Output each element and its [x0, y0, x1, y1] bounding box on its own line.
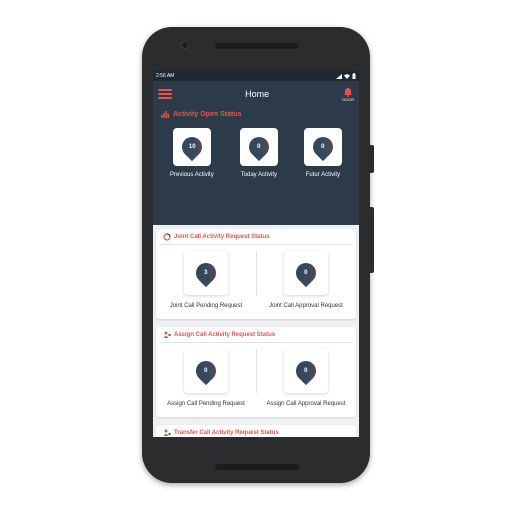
previous-activity-tile[interactable]: 10 Previous Activity [170, 128, 214, 178]
count-tile: 0 [284, 349, 328, 393]
tile-label: Futur Activity [305, 172, 341, 178]
front-camera [181, 41, 189, 49]
today-activity-tile[interactable]: 0 Today Activity [239, 128, 278, 178]
tile-label: Today Activity [240, 172, 277, 178]
count-value: 0 [304, 368, 308, 374]
count-tile: 0 [284, 251, 328, 295]
assign-call-pending[interactable]: 0 Assign Call Pending Request [156, 343, 256, 407]
refresh-icon [163, 233, 171, 241]
wifi-icon [344, 73, 350, 79]
joint-call-approval[interactable]: 0 Joint Call Approval Request [256, 245, 356, 309]
count-value: 0 [204, 368, 208, 374]
top-speaker [215, 43, 299, 49]
notification-button[interactable]: DOCR [342, 87, 354, 102]
card-title: Transfer Call Activity Request Status [174, 430, 279, 436]
count-badge: 0 [308, 132, 338, 162]
bottom-speaker [215, 464, 299, 470]
count-tile: 0 [239, 128, 278, 166]
activity-open-status-header: Activity Open Status [153, 107, 359, 122]
count-tile: 0 [184, 349, 228, 393]
tile-label: Joint Call Approval Request [269, 303, 343, 309]
future-activity-tile[interactable]: 0 Futur Activity [303, 128, 342, 178]
notification-label: DOCR [342, 96, 354, 102]
count-value: 10 [188, 144, 196, 150]
count-tile: 0 [303, 128, 342, 166]
divider [256, 349, 257, 393]
joint-call-card: Joint Call Activity Request Status 3 Joi… [156, 229, 356, 319]
tile-label: Assign Call Pending Request [167, 401, 245, 407]
card-title: Joint Call Activity Request Status [174, 234, 270, 240]
card-body: 0 Assign Call Pending Request 0 Assign C… [156, 343, 356, 407]
tile-label: Previous Activity [170, 172, 214, 178]
signal-icon [336, 73, 342, 79]
power-button [370, 145, 374, 173]
status-icons [336, 73, 356, 79]
battery-icon [352, 73, 356, 79]
tile-label: Joint Call Pending Request [169, 303, 243, 309]
transfer-icon [163, 429, 171, 436]
status-bar: 2:56 AM [153, 71, 359, 81]
bell-icon [344, 87, 353, 97]
count-tile: 10 [172, 128, 211, 166]
bar-chart-icon [161, 111, 169, 118]
count-tile: 3 [184, 251, 228, 295]
joint-call-pending[interactable]: 3 Joint Call Pending Request [156, 245, 256, 309]
content-area: Joint Call Activity Request Status 3 Joi… [153, 225, 359, 437]
app-header: Home DOCR [153, 81, 359, 107]
card-header: Assign Call Activity Request Status [159, 327, 353, 343]
open-status-row: 10 Previous Activity 0 Today Activity 0 … [153, 122, 359, 178]
status-time: 2:56 AM [156, 73, 175, 79]
hamburger-icon[interactable] [158, 89, 172, 99]
count-badge: 3 [191, 258, 221, 288]
count-badge: 10 [177, 132, 207, 162]
divider [256, 251, 257, 295]
count-badge: 0 [291, 356, 321, 386]
app-screen: 2:56 AM Home DOCR Activity Open Status 1… [153, 71, 359, 437]
card-body: 3 Joint Call Pending Request 0 Joint Cal… [156, 245, 356, 309]
count-badge: 0 [244, 132, 273, 162]
transfer-call-card: Transfer Call Activity Request Status [156, 425, 356, 437]
assign-call-card: Assign Call Activity Request Status 0 As… [156, 327, 356, 417]
card-header: Transfer Call Activity Request Status [159, 425, 353, 437]
assign-call-approval[interactable]: 0 Assign Call Approval Request [256, 343, 356, 407]
count-value: 0 [304, 270, 308, 276]
volume-button [370, 207, 374, 273]
activity-open-status-title: Activity Open Status [173, 111, 242, 118]
card-header: Joint Call Activity Request Status [159, 229, 353, 245]
tile-label: Assign Call Approval Request [266, 401, 346, 407]
count-badge: 0 [291, 258, 321, 288]
card-title: Assign Call Activity Request Status [174, 332, 276, 338]
count-value: 3 [204, 270, 208, 276]
count-value: 0 [257, 144, 261, 150]
phone-frame: 2:56 AM Home DOCR Activity Open Status 1… [142, 27, 374, 483]
count-value: 0 [321, 144, 325, 150]
assign-icon [163, 331, 171, 338]
page-title: Home [245, 89, 270, 99]
count-badge: 0 [191, 356, 221, 386]
